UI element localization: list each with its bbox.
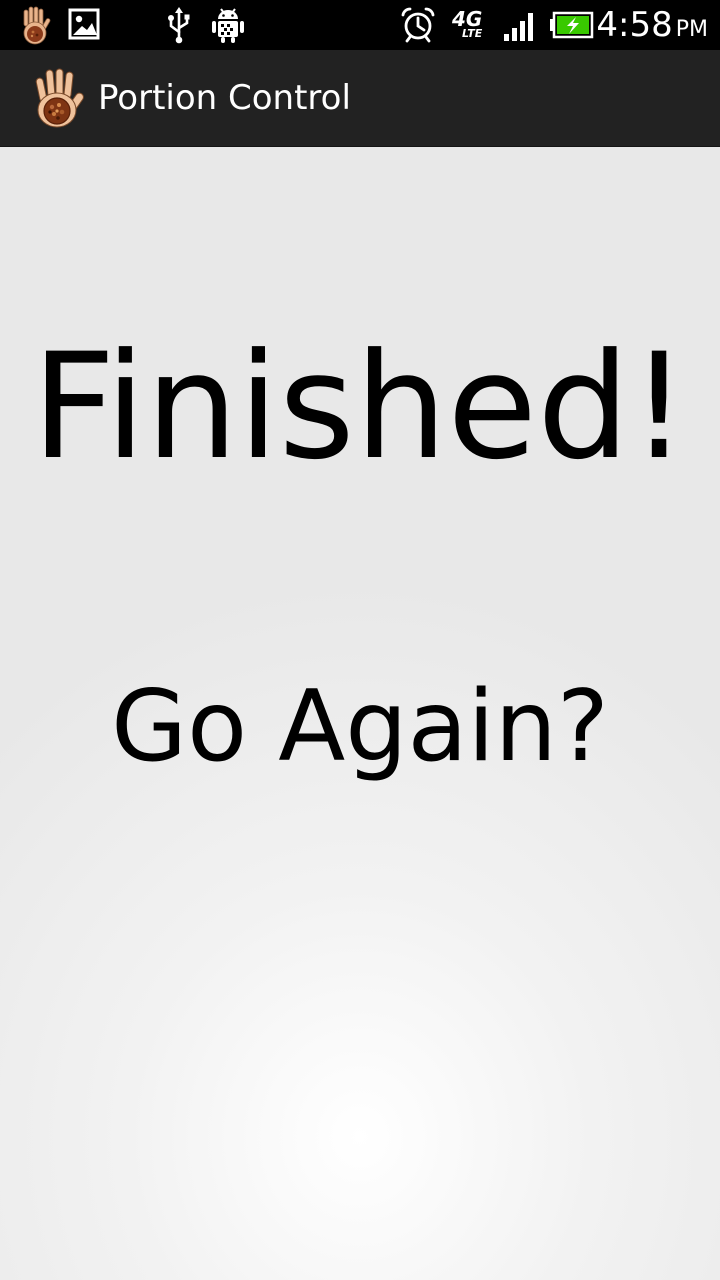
alarm-icon	[400, 6, 436, 44]
android-debug-icon	[210, 6, 246, 44]
main-content: Finished! Go Again?	[0, 147, 720, 1280]
network-sublabel: LTE	[462, 27, 483, 40]
battery-charging-icon	[550, 6, 596, 44]
go-again-button[interactable]: Go Again?	[60, 647, 660, 807]
app-title: Portion Control	[98, 78, 351, 118]
status-bar: 4G LTE 4:58 PM	[0, 0, 720, 50]
portion-control-app-icon	[28, 66, 88, 130]
clock-ampm: PM	[675, 17, 708, 42]
4g-lte-icon: 4G LTE	[448, 6, 492, 44]
signal-icon	[502, 6, 538, 44]
app-hand-icon	[16, 6, 56, 45]
clock: 4:58 PM	[596, 5, 708, 45]
clock-time: 4:58	[596, 5, 673, 45]
usb-icon	[164, 6, 194, 44]
gallery-icon	[68, 6, 102, 44]
action-bar: Portion Control	[0, 50, 720, 147]
finished-heading: Finished!	[31, 322, 689, 492]
